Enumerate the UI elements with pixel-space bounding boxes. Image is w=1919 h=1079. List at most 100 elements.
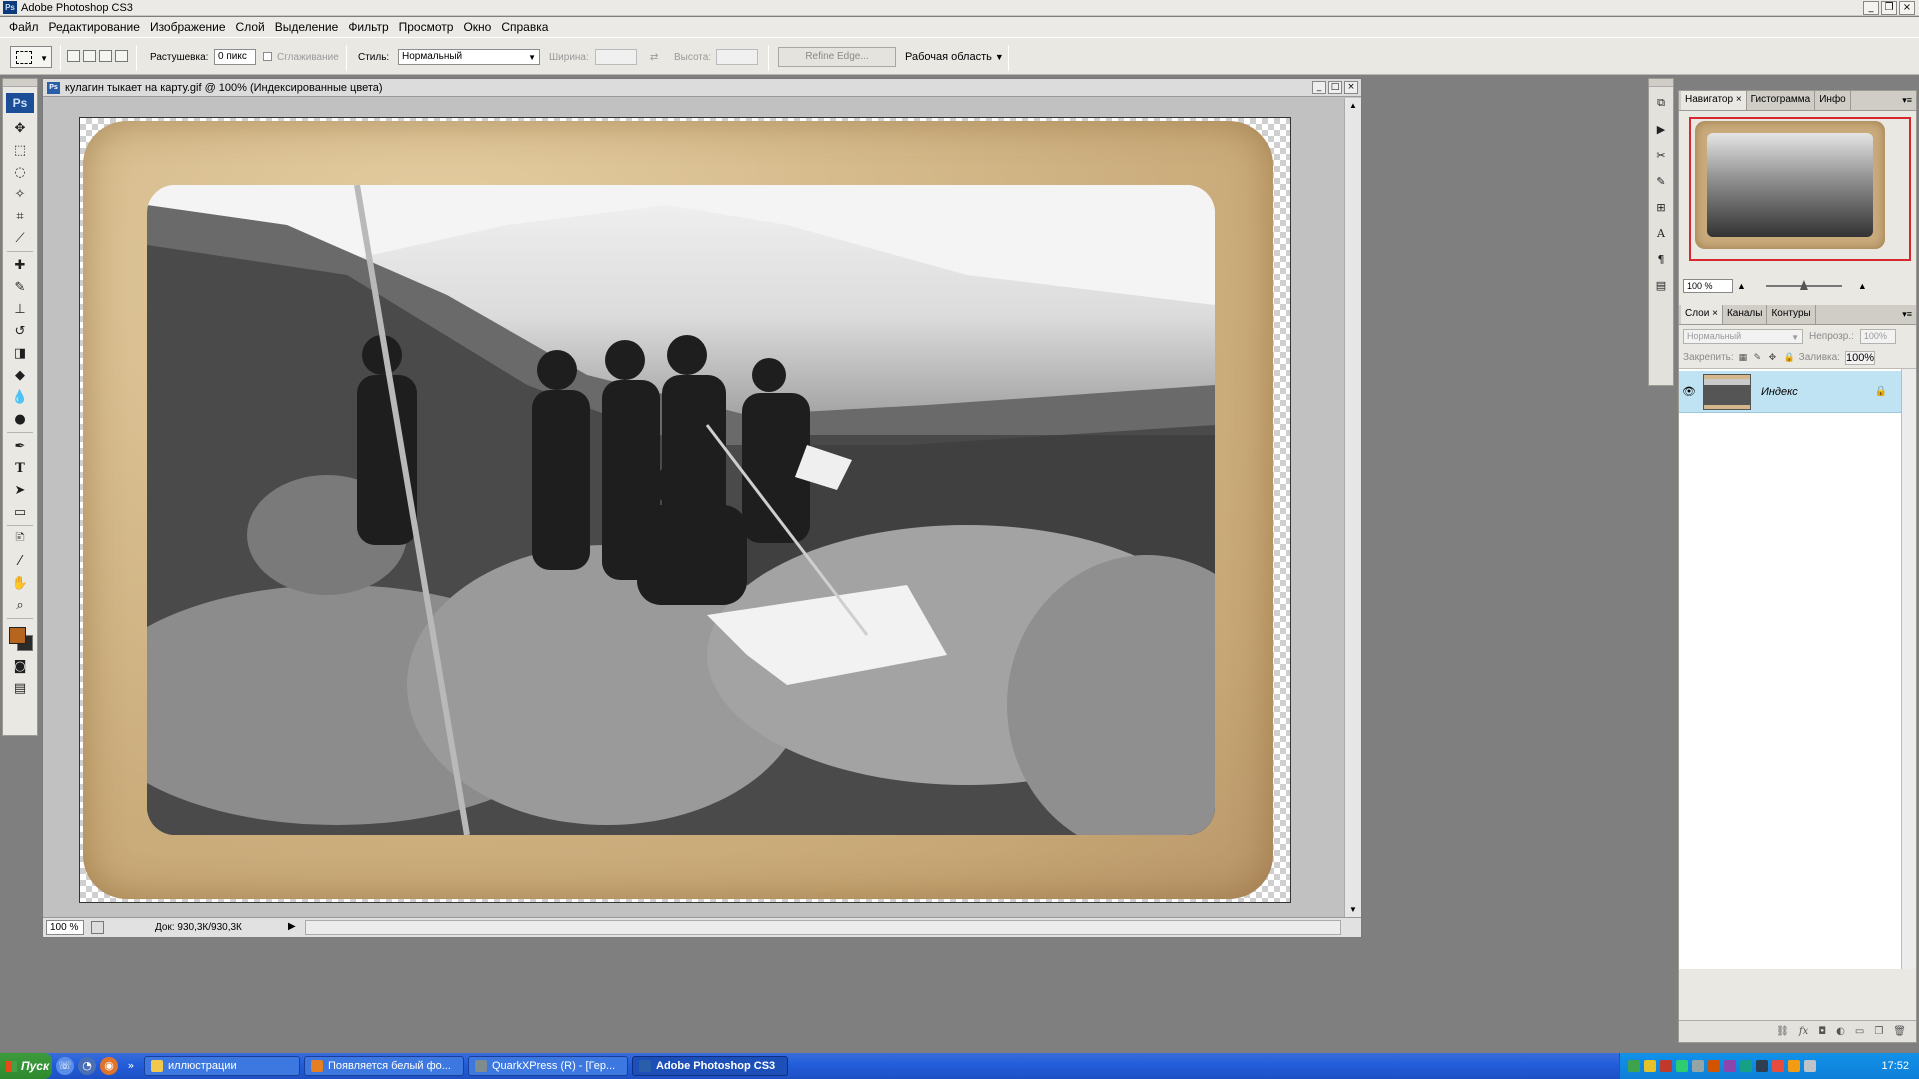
document-close-button[interactable]: × (1344, 81, 1358, 94)
magic-wand-tool-icon[interactable]: ✧ (6, 183, 34, 205)
menu-file[interactable]: Файл (4, 20, 44, 34)
tab-layers[interactable]: Слои × (1681, 305, 1723, 324)
layer-style-icon[interactable]: fx (1799, 1026, 1808, 1037)
close-button[interactable]: × (1899, 1, 1915, 15)
menu-filter[interactable]: Фильтр (343, 20, 393, 34)
navigator-zoom-field[interactable]: 100 % (1683, 279, 1733, 293)
status-info-icon[interactable] (91, 921, 104, 934)
document-maximize-button[interactable]: □ (1328, 81, 1342, 94)
shape-tool-icon[interactable]: ▭ (6, 501, 34, 523)
delete-layer-icon[interactable]: 🗑 (1893, 1026, 1906, 1037)
panel-menu-icon[interactable]: ▾≡ (1902, 309, 1912, 324)
width-input[interactable] (595, 49, 637, 65)
menu-window[interactable]: Окно (458, 20, 496, 34)
toolbox-grip[interactable] (3, 79, 37, 87)
task-photoshop[interactable]: Adobe Photoshop CS3 (632, 1056, 788, 1076)
canvas-area[interactable] (43, 98, 1345, 918)
quicklaunch-skype-icon[interactable]: ☏ (56, 1057, 74, 1075)
tray-volume-icon[interactable] (1708, 1060, 1720, 1072)
tab-channels[interactable]: Каналы (1723, 305, 1768, 324)
tray-update-icon[interactable] (1740, 1060, 1752, 1072)
type-tool-icon[interactable]: T (6, 457, 34, 479)
new-group-icon[interactable]: ▭ (1855, 1026, 1864, 1037)
status-menu-arrow-icon[interactable]: ▶ (288, 921, 296, 932)
tray-antivirus-icon[interactable] (1660, 1060, 1672, 1072)
add-selection-button[interactable] (83, 50, 96, 62)
zoom-tool-icon[interactable]: ⌕ (6, 594, 34, 616)
tray-app-icon[interactable] (1724, 1060, 1736, 1072)
notes-tool-icon[interactable]: 🗈 (6, 528, 34, 550)
quick-mask-icon[interactable]: ◙ (6, 655, 34, 677)
menu-select[interactable]: Выделение (270, 20, 344, 34)
layer-row[interactable]: 👁 Индекс 🔒 (1679, 371, 1901, 413)
opacity-input[interactable]: 100% (1859, 328, 1896, 344)
tab-info[interactable]: Инфо (1815, 91, 1851, 110)
lasso-tool-icon[interactable]: ◌ (6, 161, 34, 183)
menu-edit[interactable]: Редактирование (44, 20, 145, 34)
tray-misc-icon[interactable] (1804, 1060, 1816, 1072)
tab-navigator[interactable]: Навигатор × (1681, 91, 1747, 110)
document-title-bar[interactable]: Ps кулагин тыкает на карту.gif @ 100% (И… (43, 79, 1361, 97)
navigator-view-box[interactable] (1689, 117, 1911, 261)
screen-mode-icon[interactable]: ▤ (6, 677, 34, 699)
lock-pixels-icon[interactable]: ✎ (1754, 353, 1764, 363)
tab-paths[interactable]: Контуры (1767, 305, 1816, 324)
intersect-selection-button[interactable] (115, 50, 128, 62)
photoshop-logo-icon[interactable]: Ps (6, 93, 34, 113)
subtract-selection-button[interactable] (99, 50, 112, 62)
crop-tool-icon[interactable]: ⌗ (6, 205, 34, 227)
lock-transparency-icon[interactable]: ▦ (1739, 353, 1749, 363)
vertical-scrollbar[interactable]: ▲ ▼ (1344, 98, 1361, 918)
eraser-tool-icon[interactable]: ◨ (6, 342, 34, 364)
task-firefox[interactable]: Появляется белый фо... (304, 1056, 464, 1076)
scroll-up-icon[interactable]: ▲ (1345, 98, 1361, 114)
dodge-tool-icon[interactable]: ● (6, 408, 34, 430)
scroll-down-icon[interactable]: ▼ (1345, 902, 1361, 918)
zoom-in-icon[interactable]: ▲ (1858, 281, 1867, 291)
zoom-out-icon[interactable]: ▲ (1737, 281, 1746, 291)
task-illustrations[interactable]: иллюстрации (144, 1056, 300, 1076)
clone-source-icon[interactable]: ⊞ (1651, 197, 1671, 217)
hand-tool-icon[interactable]: ✋ (6, 572, 34, 594)
panel-strip-grip[interactable] (1649, 79, 1673, 87)
link-layers-icon[interactable]: ⛓ (1776, 1026, 1789, 1037)
path-selection-tool-icon[interactable]: ➤ (6, 479, 34, 501)
foreground-color-swatch[interactable] (9, 627, 26, 644)
quicklaunch-browser-icon[interactable]: ◔ (78, 1057, 96, 1075)
feather-input[interactable]: 0 пикс (214, 49, 256, 65)
tray-signal-icon[interactable] (1676, 1060, 1688, 1072)
workspace-menu[interactable]: Рабочая область ▼ (905, 51, 1004, 63)
adjustment-layer-icon[interactable]: ◐ (1836, 1026, 1845, 1037)
tool-presets-icon[interactable]: ✂ (1651, 145, 1671, 165)
document-image[interactable] (79, 117, 1291, 903)
blur-tool-icon[interactable]: 💧 (6, 386, 34, 408)
slider-knob[interactable] (1799, 280, 1808, 290)
tray-chat-icon[interactable] (1644, 1060, 1656, 1072)
paint-bucket-tool-icon[interactable]: ◆ (6, 364, 34, 386)
quicklaunch-more-icon[interactable]: » (122, 1057, 140, 1075)
panel-menu-icon[interactable]: ▾≡ (1902, 95, 1912, 110)
menu-image[interactable]: Изображение (145, 20, 231, 34)
height-input[interactable] (716, 49, 758, 65)
minimize-button[interactable]: _ (1863, 1, 1879, 15)
lock-position-icon[interactable]: ✥ (1769, 353, 1779, 363)
navigator-zoom-slider[interactable] (1765, 280, 1842, 290)
actions-panel-icon[interactable]: ▶ (1651, 119, 1671, 139)
swap-dimensions-icon[interactable]: ⇄ (650, 52, 658, 63)
brushes-panel-icon[interactable]: ✎ (1651, 171, 1671, 191)
layer-name[interactable]: Индекс (1761, 386, 1798, 398)
document-minimize-button[interactable]: _ (1312, 81, 1326, 94)
fill-input[interactable]: 100% (1844, 350, 1876, 365)
tray-shield-icon[interactable] (1772, 1060, 1784, 1072)
paragraph-panel-icon[interactable]: ¶ (1651, 249, 1671, 269)
lock-all-icon[interactable]: 🔒 (1784, 353, 1795, 363)
tool-preset-picker[interactable]: ▼ (10, 46, 52, 68)
eye-icon[interactable]: 👁 (1679, 385, 1699, 398)
new-selection-button[interactable] (67, 50, 80, 62)
clone-stamp-tool-icon[interactable]: ⊥ (6, 298, 34, 320)
menu-view[interactable]: Просмотр (394, 20, 459, 34)
menu-help[interactable]: Справка (496, 20, 553, 34)
menu-layer[interactable]: Слой (231, 20, 270, 34)
history-brush-tool-icon[interactable]: ↺ (6, 320, 34, 342)
brush-tool-icon[interactable]: ✎ (6, 276, 34, 298)
